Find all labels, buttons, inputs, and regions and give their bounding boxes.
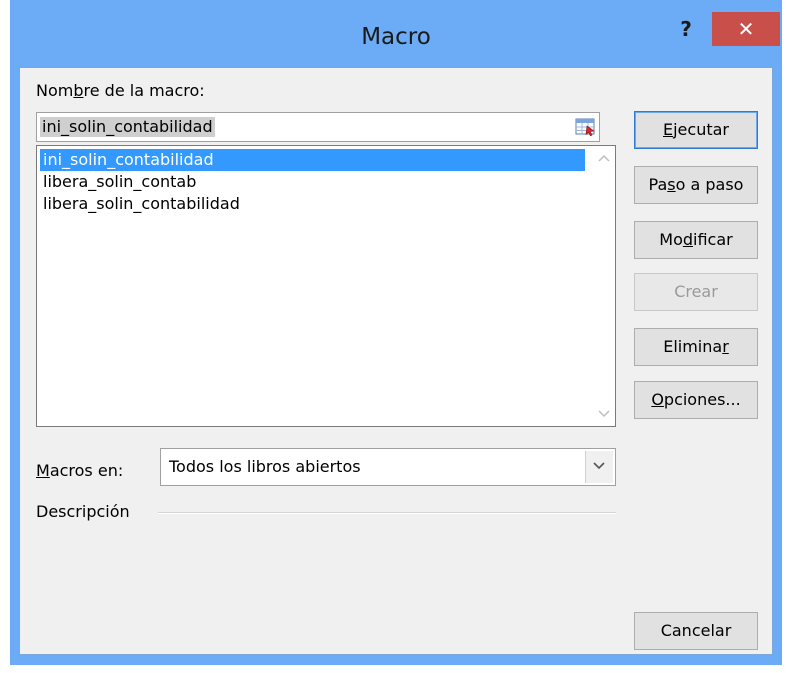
opciones-button[interactable]: Opciones... xyxy=(634,381,758,419)
list-item[interactable]: libera_solin_contab xyxy=(40,171,585,193)
descripcion-divider xyxy=(158,512,616,514)
help-button[interactable]: ? xyxy=(662,12,710,46)
list-item[interactable]: ini_solin_contabilidad xyxy=(40,149,585,171)
dialog-body: Nombre de la macro: ini_solin_contabilid… xyxy=(19,67,773,655)
range-picker-icon[interactable] xyxy=(575,116,597,138)
ejecutar-button[interactable]: Ejecutar xyxy=(634,111,758,149)
eliminar-button[interactable]: Eliminar xyxy=(634,328,758,366)
macros-en-select[interactable]: Todos los libros abiertos xyxy=(160,448,616,486)
macro-name-input[interactable]: ini_solin_contabilidad xyxy=(36,112,600,142)
descripcion-label: Descripción xyxy=(36,502,130,521)
cancelar-button[interactable]: Cancelar xyxy=(634,612,758,650)
crear-button: Crear xyxy=(634,273,758,311)
chevron-down-icon[interactable] xyxy=(585,451,613,483)
scroll-down-icon[interactable] xyxy=(593,402,615,424)
close-button[interactable]: ✕ xyxy=(712,12,780,46)
macro-name-value: ini_solin_contabilidad xyxy=(40,117,215,137)
list-item[interactable]: libera_solin_contabilidad xyxy=(40,193,585,215)
macro-dialog: Macro ? ✕ Nombre de la macro: ini_solin_… xyxy=(10,0,782,665)
macro-list[interactable]: ini_solin_contabilidad libera_solin_cont… xyxy=(36,145,616,427)
macros-en-value: Todos los libros abiertos xyxy=(169,457,361,476)
macros-en-label: Macros en: xyxy=(36,461,124,480)
modificar-button[interactable]: Modificar xyxy=(634,221,758,259)
list-scrollbar[interactable] xyxy=(593,146,615,426)
paso-a-paso-button[interactable]: Paso a paso xyxy=(634,166,758,204)
scroll-up-icon[interactable] xyxy=(593,148,615,170)
macro-name-label: Nombre de la macro: xyxy=(36,81,205,100)
